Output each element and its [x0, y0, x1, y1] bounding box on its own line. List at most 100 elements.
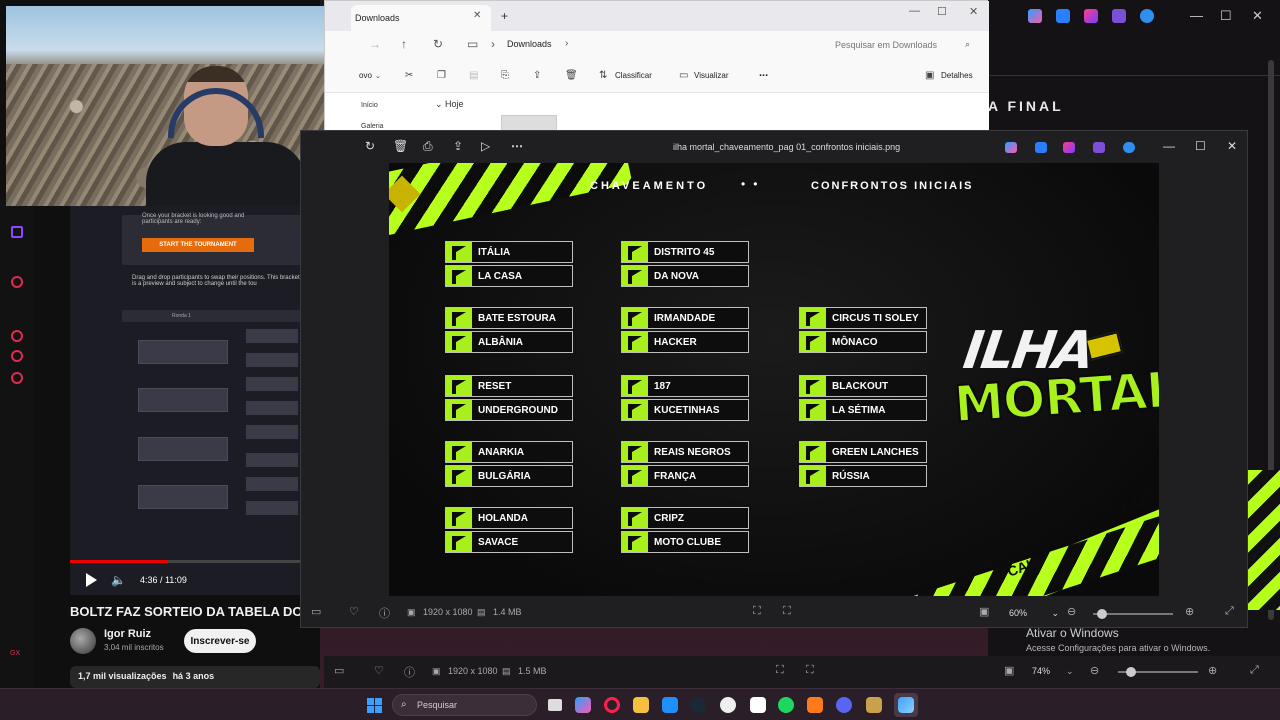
copilot-icon[interactable]: [575, 697, 591, 713]
filmstrip-icon[interactable]: ▭: [334, 664, 344, 677]
teams-icon[interactable]: [1112, 9, 1126, 23]
video-progress-bar[interactable]: [70, 560, 300, 563]
designer-icon[interactable]: [1056, 9, 1070, 23]
minimize-icon[interactable]: —: [909, 5, 920, 17]
minimize-icon[interactable]: —: [1190, 8, 1203, 23]
group-header[interactable]: ⌄ Hoje: [435, 99, 464, 110]
sort-button[interactable]: Classificar: [615, 71, 652, 80]
twitch-icon[interactable]: [11, 226, 23, 238]
chevron-down-icon[interactable]: ⌄: [375, 72, 381, 80]
cut-icon[interactable]: ✂: [405, 70, 413, 81]
search-input[interactable]: [835, 36, 980, 54]
crop-icon[interactable]: ⛶: [776, 664, 784, 677]
sidebar-item-inicio[interactable]: Início: [361, 102, 378, 109]
delete-icon[interactable]: 🗑: [565, 70, 578, 81]
select-icon[interactable]: ⛶: [783, 605, 791, 618]
file-explorer-window[interactable]: Downloads ✕ + — ☐ ✕ → ↑ ↻ ▭ › Downloads …: [324, 0, 989, 133]
delete-icon[interactable]: 🗑: [393, 139, 408, 153]
task-view-icon[interactable]: [548, 699, 562, 711]
riot-icon[interactable]: [866, 697, 882, 713]
zoom-in-icon[interactable]: ⊕: [1208, 664, 1217, 677]
new-button[interactable]: ovo: [359, 71, 372, 80]
taskbar-search[interactable]: ⌕ Pesquisar: [392, 694, 537, 716]
zoom-in-icon[interactable]: ⊕: [1185, 605, 1194, 618]
settings-icon[interactable]: [11, 372, 23, 384]
rename-icon[interactable]: ⎘: [501, 70, 509, 81]
play-icon[interactable]: [86, 573, 97, 587]
video-player[interactable]: Once your bracket is looking good and pa…: [70, 205, 300, 595]
onedrive-icon[interactable]: [1123, 142, 1135, 153]
onedrive-icon[interactable]: [1140, 9, 1154, 23]
play-circle-icon[interactable]: [11, 276, 23, 288]
discord-icon[interactable]: [836, 697, 852, 713]
close-icon[interactable]: ✕: [969, 5, 978, 18]
library-icon[interactable]: [11, 350, 23, 362]
maximize-icon[interactable]: ☐: [937, 5, 947, 18]
new-tab-icon[interactable]: +: [501, 9, 508, 23]
info-icon[interactable]: ⓘ: [404, 664, 415, 680]
close-icon[interactable]: ✕: [1252, 8, 1263, 24]
zoom-slider-knob[interactable]: [1097, 609, 1107, 619]
rotate-icon[interactable]: ↻: [365, 139, 375, 153]
zoom-value[interactable]: 74%: [1032, 666, 1050, 676]
subscribe-button[interactable]: Inscrever-se: [184, 629, 256, 653]
maximize-icon[interactable]: ☐: [1195, 139, 1206, 153]
discord-alt-icon[interactable]: [720, 697, 736, 713]
video-title[interactable]: BOLTZ FAZ SORTEIO DA TABELA DO C: [70, 604, 320, 619]
zoom-slider[interactable]: [1093, 609, 1173, 619]
minimize-icon[interactable]: —: [1163, 139, 1175, 153]
refresh-icon[interactable]: ↻: [433, 37, 443, 51]
fullscreen-icon[interactable]: ⤢: [1250, 664, 1259, 677]
slideshow-icon[interactable]: ▷: [481, 139, 490, 153]
chevron-right-icon[interactable]: ›: [491, 37, 495, 51]
zoom-out-icon[interactable]: ⊖: [1067, 605, 1076, 618]
soundcloud-icon[interactable]: [807, 697, 823, 713]
channel-avatar[interactable]: [70, 628, 96, 654]
close-tab-icon[interactable]: ✕: [473, 10, 481, 21]
breadcrumb[interactable]: Downloads: [507, 39, 552, 49]
more-options-button[interactable]: ...: [759, 67, 768, 79]
teams-icon[interactable]: [1093, 142, 1105, 153]
windows-start-icon[interactable]: [367, 698, 382, 713]
zoom-out-icon[interactable]: ⊖: [1090, 664, 1099, 677]
clipchamp-icon[interactable]: [1084, 9, 1098, 23]
print-icon[interactable]: ⎙: [423, 139, 433, 154]
explorer-tab[interactable]: Downloads: [351, 5, 491, 31]
share-icon[interactable]: ⇪: [453, 139, 463, 153]
forward-icon[interactable]: →: [369, 37, 381, 51]
fullscreen-icon[interactable]: ⤢: [1225, 605, 1234, 618]
copilot-icon[interactable]: [1005, 142, 1017, 153]
select-icon[interactable]: ⛶: [806, 664, 814, 677]
fit-icon[interactable]: ▣: [979, 605, 989, 618]
monitor-icon[interactable]: ▭: [467, 37, 478, 51]
gx-icon[interactable]: GX: [10, 650, 20, 657]
filmstrip-icon[interactable]: ▭: [311, 605, 321, 618]
channel-name[interactable]: Igor Ruiz: [104, 628, 151, 640]
history-icon[interactable]: [11, 330, 23, 342]
designer-icon[interactable]: [1035, 142, 1047, 153]
chevron-right-icon[interactable]: ›: [565, 38, 568, 49]
info-icon[interactable]: ⓘ: [379, 605, 390, 621]
sidebar-item-galeria[interactable]: Galeria: [361, 123, 384, 130]
close-icon[interactable]: ✕: [1227, 139, 1237, 153]
store-icon[interactable]: [662, 697, 678, 713]
favorite-icon[interactable]: ♡: [374, 664, 384, 677]
copy-icon[interactable]: ❐: [437, 70, 446, 81]
paste-icon[interactable]: ▤: [469, 70, 478, 81]
sort-icon[interactable]: ⇅: [599, 70, 607, 81]
details-icon[interactable]: ▣: [925, 70, 934, 81]
volume-icon[interactable]: 🔈: [111, 573, 126, 587]
maximize-icon[interactable]: ☐: [1220, 8, 1232, 24]
more-icon[interactable]: ⋯: [511, 139, 523, 153]
search-icon[interactable]: ⌕: [965, 39, 970, 50]
steam-icon[interactable]: [690, 697, 706, 713]
details-button[interactable]: Detalhes: [941, 71, 973, 80]
favorite-icon[interactable]: ♡: [349, 605, 359, 618]
capcut-icon[interactable]: [750, 697, 766, 713]
share-icon[interactable]: ⇪: [533, 70, 541, 81]
file-explorer-icon[interactable]: [633, 697, 649, 713]
chevron-down-icon[interactable]: ⌄: [1066, 666, 1074, 677]
view-button[interactable]: Visualizar: [694, 71, 729, 80]
view-icon[interactable]: ▭: [679, 70, 688, 81]
zoom-slider[interactable]: [1118, 667, 1198, 677]
